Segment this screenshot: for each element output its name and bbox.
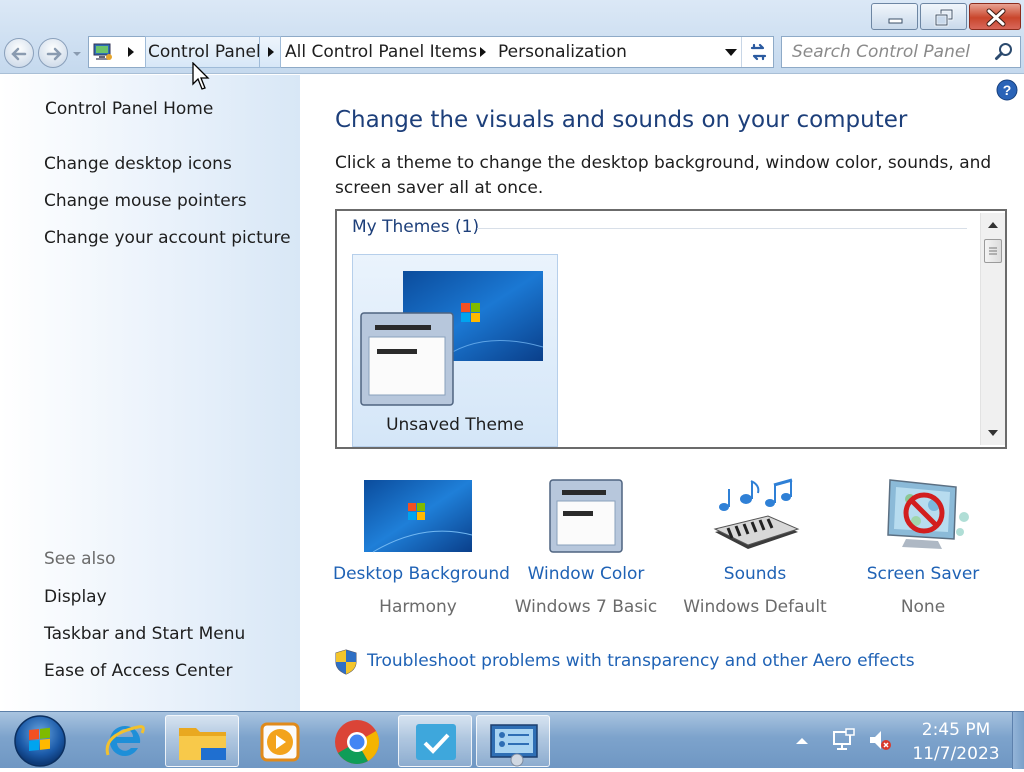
control-panel-icon (490, 724, 538, 767)
breadcrumb-arrow-icon (268, 47, 274, 57)
screen-saver-link[interactable]: Screen Saver (838, 564, 1008, 584)
breadcrumb-arrow-icon[interactable] (479, 46, 487, 58)
page-title: Change the visuals and sounds on your co… (335, 107, 908, 133)
minimize-icon (888, 18, 903, 24)
show-desktop-button[interactable] (1012, 712, 1024, 769)
see-also-ease-of-access[interactable]: Ease of Access Center (44, 661, 233, 681)
theme-list[interactable]: My Themes (1) Unsaved Theme (335, 209, 1007, 449)
page-description: Click a theme to change the desktop back… (335, 153, 992, 198)
media-player-icon (260, 722, 300, 762)
theme-group-label: My Themes (1) (352, 217, 480, 237)
scroll-thumb[interactable] (984, 239, 1002, 263)
breadcrumb-personalization[interactable]: Personalization (498, 37, 627, 67)
window-color-icon (549, 479, 623, 553)
see-also-taskbar-start-menu[interactable]: Taskbar and Start Menu (44, 624, 245, 644)
chrome-icon (335, 720, 379, 764)
restore-icon (934, 8, 954, 27)
internet-explorer-icon (105, 725, 145, 756)
refresh-button[interactable] (741, 37, 774, 67)
desktop-background-value: Harmony (379, 597, 457, 617)
search-icon[interactable] (994, 42, 1014, 62)
arrow-left-icon (11, 47, 27, 61)
taskbar-internet-explorer[interactable] (88, 715, 162, 767)
taskbar: 2:45 PM 11/7/2023 (0, 711, 1024, 769)
desktop-background-icon (364, 480, 473, 553)
sidebar-change-desktop-icons[interactable]: Change desktop icons (44, 154, 232, 174)
restore-button[interactable] (920, 3, 967, 30)
sidebar-change-account-picture[interactable]: Change your account picture (44, 228, 291, 248)
folder-icon (179, 728, 226, 760)
theme-name: Unsaved Theme (386, 415, 524, 435)
back-button[interactable] (4, 38, 34, 68)
sounds-link[interactable]: Sounds (670, 564, 840, 584)
recent-pages-chevron-icon[interactable] (72, 50, 82, 58)
network-icon[interactable] (830, 726, 858, 754)
svg-text:?: ? (1003, 82, 1012, 98)
screen-saver-icon (887, 479, 969, 549)
theme-preview-image (360, 271, 544, 406)
sidebar-control-panel-home[interactable]: Control Panel Home (45, 99, 213, 119)
clock-time[interactable]: 2:45 PM (906, 720, 1006, 740)
address-dropdown-icon[interactable] (725, 48, 737, 57)
troubleshoot-link[interactable]: Troubleshoot problems with transparency … (367, 651, 915, 671)
taskbar-chrome[interactable] (320, 715, 394, 767)
sidebar-change-mouse-pointers[interactable]: Change mouse pointers (44, 191, 247, 211)
group-divider (477, 228, 967, 229)
search-box[interactable] (781, 36, 1021, 68)
see-also-display[interactable]: Display (44, 587, 107, 607)
refresh-icon (750, 43, 767, 61)
minimize-button[interactable] (871, 3, 918, 30)
taskbar-task-app[interactable] (398, 715, 472, 767)
show-hidden-icons-icon[interactable] (788, 726, 816, 754)
taskbar-control-panel[interactable] (476, 715, 550, 767)
scroll-up-icon[interactable] (988, 221, 998, 229)
forward-button[interactable] (38, 38, 68, 68)
sounds-icon (713, 478, 800, 549)
see-also-heading: See also (44, 549, 116, 569)
screen-saver-value: None (900, 597, 946, 617)
desktop-background-link[interactable]: Desktop Background (333, 564, 510, 584)
scroll-down-icon[interactable] (988, 429, 998, 437)
search-input[interactable] (782, 37, 987, 67)
help-icon[interactable]: ? (996, 79, 1018, 101)
sidebar: Control Panel Home Change desktop icons … (0, 75, 300, 711)
control-panel-icon (93, 43, 112, 60)
window-color-link[interactable]: Window Color (501, 564, 671, 584)
clock-date[interactable]: 11/7/2023 (906, 744, 1006, 764)
mouse-cursor-icon (192, 62, 210, 90)
window-color-value: Windows 7 Basic (514, 597, 658, 617)
arrow-right-icon (46, 47, 62, 61)
checkmark-app-icon (416, 724, 456, 760)
breadcrumb-all-items[interactable]: All Control Panel Items (285, 37, 477, 67)
close-icon (986, 8, 1006, 27)
breadcrumb-arrow-icon[interactable] (127, 46, 135, 58)
taskbar-media-player[interactable] (243, 715, 317, 767)
title-bar: Control Panel All Control Panel Items Pe… (0, 0, 1024, 74)
theme-list-scrollbar[interactable] (980, 213, 1005, 445)
sounds-value: Windows Default (683, 597, 827, 617)
theme-tile-unsaved[interactable]: Unsaved Theme (352, 254, 558, 447)
shield-icon (335, 649, 357, 675)
close-button[interactable] (969, 3, 1021, 30)
main-content: ? Change the visuals and sounds on your … (300, 75, 1024, 711)
address-bar[interactable]: Control Panel All Control Panel Items Pe… (88, 36, 774, 68)
start-button[interactable] (12, 714, 68, 768)
taskbar-file-explorer[interactable] (165, 715, 239, 767)
breadcrumb-control-panel-arrow[interactable] (259, 36, 281, 68)
volume-muted-icon[interactable] (866, 726, 894, 754)
